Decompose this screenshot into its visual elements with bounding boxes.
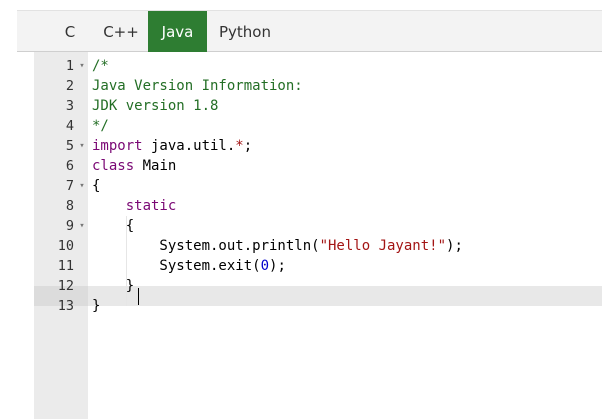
code-line[interactable]: 7 ▾ {	[34, 176, 101, 196]
line-number: 4	[65, 118, 74, 134]
fold-arrow-icon[interactable]: ▾	[77, 56, 87, 76]
line-number: 9	[65, 218, 74, 234]
line-text: Java Version Information:	[92, 78, 303, 94]
line-text: System.exit(0);	[92, 256, 286, 276]
line-text: static	[92, 196, 177, 216]
fold-arrow-icon[interactable]: ▾	[77, 216, 87, 236]
language-tab-bar: C C++ Java Python	[17, 10, 602, 52]
text-cursor	[138, 288, 139, 305]
code-line[interactable]: 2 Java Version Information:	[34, 76, 303, 96]
indent-token	[92, 198, 126, 214]
code-token: );	[446, 238, 463, 254]
line-text: {	[92, 178, 101, 194]
tab-python[interactable]: Python	[207, 11, 283, 52]
line-number: 3	[65, 98, 74, 114]
string-token: "Hello Jayant!"	[319, 238, 447, 254]
code-token: ;	[243, 138, 253, 154]
code-line[interactable]: 10 System.out.println("Hello Jayant!");	[34, 236, 463, 256]
code-line[interactable]: 8 static	[34, 196, 176, 216]
keyword-token: class	[92, 158, 135, 174]
line-text: */	[92, 118, 109, 134]
keyword-token: static	[125, 198, 177, 214]
line-number: 7	[65, 178, 74, 194]
code-token: java.util.	[142, 138, 236, 154]
line-number: 11	[57, 258, 74, 274]
line-number: 8	[65, 198, 74, 214]
line-number: 12	[57, 278, 74, 294]
code-line-active[interactable]: 12 }	[34, 276, 134, 296]
code-editor-widget: C C++ Java Python 1 ▾ /* 2 Java Version …	[17, 10, 602, 419]
code-line[interactable]: 1 ▾ /*	[34, 56, 109, 76]
line-number: 10	[57, 238, 74, 254]
code-line[interactable]: 4 */	[34, 116, 109, 136]
line-text: System.out.println("Hello Jayant!");	[92, 236, 463, 256]
line-number: 5	[65, 138, 74, 154]
code-line[interactable]: 5 ▾ import java.util.*;	[34, 136, 252, 156]
line-text: class Main	[92, 156, 176, 176]
code-lines: 1 ▾ /* 2 Java Version Information: 3 JDK…	[34, 56, 463, 316]
keyword-token: import	[92, 138, 143, 154]
fold-arrow-icon[interactable]: ▾	[77, 176, 87, 196]
line-text: import java.util.*;	[92, 136, 252, 156]
code-line[interactable]: 13 }	[34, 296, 101, 316]
line-number: 13	[57, 298, 74, 314]
code-token: System.out.println(	[92, 238, 320, 254]
line-number: 1	[65, 58, 74, 74]
code-token: );	[269, 258, 286, 274]
tab-cpp[interactable]: C++	[99, 11, 143, 52]
fold-arrow-icon[interactable]: ▾	[77, 136, 87, 156]
line-text: }	[92, 298, 101, 314]
line-text: JDK version 1.8	[92, 98, 219, 114]
operator-token: *	[235, 138, 244, 154]
number-token: 0	[260, 258, 270, 274]
line-number: 6	[65, 158, 74, 174]
line-text: /*	[92, 58, 109, 74]
tab-java[interactable]: Java	[148, 11, 207, 52]
code-token: Main	[134, 158, 177, 174]
code-line[interactable]: 11 System.exit(0);	[34, 256, 286, 276]
code-line[interactable]: 6 class Main	[34, 156, 176, 176]
code-line[interactable]: 3 JDK version 1.8	[34, 96, 219, 116]
code-editor[interactable]: 1 ▾ /* 2 Java Version Information: 3 JDK…	[17, 52, 602, 419]
code-line[interactable]: 9 ▾ {	[34, 216, 134, 236]
line-text: {	[92, 218, 135, 234]
line-number: 2	[65, 78, 74, 94]
line-text: }	[92, 278, 135, 294]
tab-c[interactable]: C	[45, 11, 95, 52]
code-token: System.exit(	[92, 258, 261, 274]
